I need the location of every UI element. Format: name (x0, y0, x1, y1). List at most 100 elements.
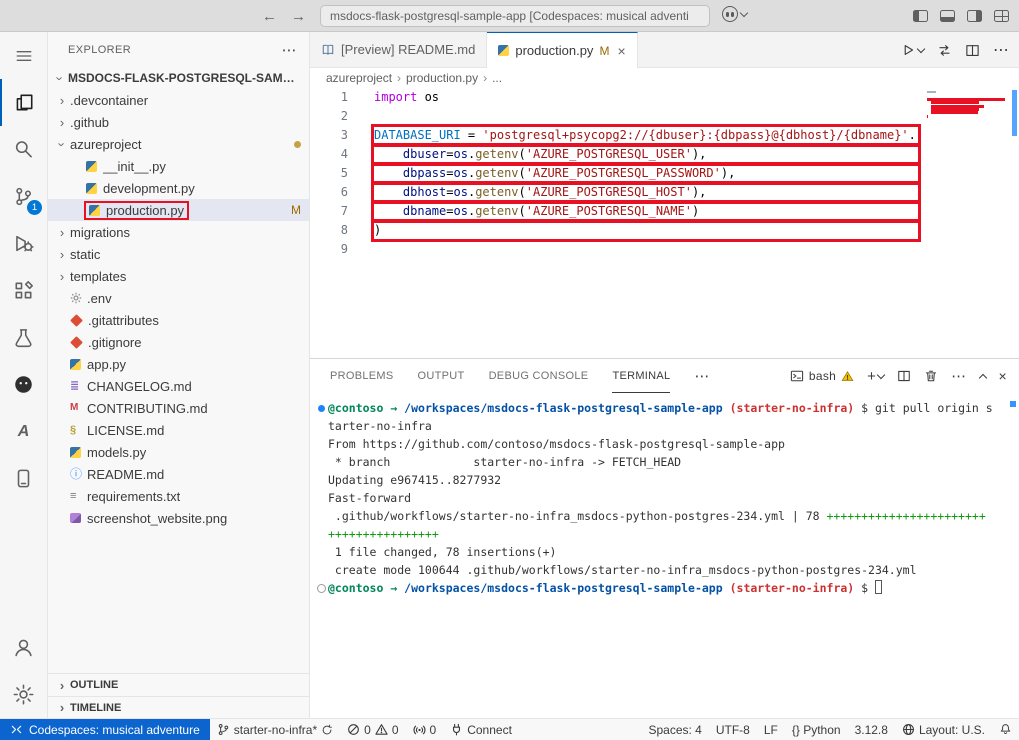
breadcrumb-file[interactable]: production.py (406, 71, 478, 85)
breadcrumb-symbol[interactable]: ... (492, 71, 502, 85)
tree-item-azureproject[interactable]: ›azureproject (48, 133, 309, 155)
maximize-panel-icon[interactable] (978, 373, 986, 381)
activity-github[interactable] (0, 361, 47, 408)
customize-layout-icon[interactable] (994, 10, 1009, 22)
connect-label: Connect (467, 723, 512, 737)
settings-button[interactable] (0, 671, 47, 718)
more-tabs-icon[interactable]: ⋯ (694, 367, 709, 385)
tree-item-init-py[interactable]: __init__.py (48, 155, 309, 177)
toggle-panel-icon[interactable] (940, 10, 955, 22)
line-number[interactable]: 1 (310, 88, 348, 107)
encoding-indicator[interactable]: UTF-8 (709, 719, 757, 740)
tree-item-readme-md[interactable]: ⓘREADME.md (48, 463, 309, 485)
line-number[interactable]: 5 (310, 164, 348, 183)
split-editor-icon[interactable] (965, 43, 980, 58)
line-number[interactable]: 6 (310, 183, 348, 202)
line-number[interactable]: 3 (310, 126, 348, 145)
split-terminal-icon[interactable] (897, 369, 911, 383)
indentation-indicator[interactable]: Spaces: 4 (641, 719, 708, 740)
code-text[interactable]: dbhost=os.getenv('AZURE_POSTGRESQL_HOST'… (374, 183, 706, 202)
panel-tab-terminal[interactable]: TERMINAL (612, 359, 670, 393)
activity-run-debug[interactable] (0, 220, 47, 267)
tree-item-static[interactable]: ›static (48, 243, 309, 265)
tree-item-gitattributes[interactable]: .gitattributes (48, 309, 309, 331)
problems-indicator[interactable]: 0 0 (340, 719, 405, 740)
tree-item-development-py[interactable]: development.py (48, 177, 309, 199)
branch-indicator[interactable]: starter-no-infra* (210, 719, 340, 740)
timeline-section[interactable]: › TIMELINE (48, 696, 309, 718)
tree-item-devcontainer[interactable]: ›.devcontainer (48, 89, 309, 111)
keyboard-layout-indicator[interactable]: Layout: U.S. (895, 719, 992, 740)
activity-source-control[interactable]: 1 (0, 173, 47, 220)
kill-terminal-icon[interactable] (924, 369, 938, 383)
remote-indicator[interactable]: Codespaces: musical adventure (0, 719, 210, 740)
outline-section[interactable]: › OUTLINE (48, 674, 309, 696)
code-text[interactable]: dbpass=os.getenv('AZURE_POSTGRESQL_PASSW… (374, 164, 735, 183)
tree-item-production-py[interactable]: production.pyM (48, 199, 309, 221)
activity-search[interactable] (0, 126, 47, 173)
command-center-search[interactable]: msdocs-flask-postgresql-sample-app [Code… (320, 5, 710, 27)
menu-button[interactable] (0, 32, 47, 79)
more-actions-icon[interactable]: ⋯ (951, 367, 966, 385)
close-icon[interactable]: × (617, 43, 625, 59)
line-number[interactable]: 8 (310, 221, 348, 240)
line-number[interactable]: 2 (310, 107, 348, 126)
activity-remote-explorer[interactable] (0, 455, 47, 502)
line-number[interactable]: 4 (310, 145, 348, 164)
tree-item-github[interactable]: ›.github (48, 111, 309, 133)
code-text[interactable]: dbname=os.getenv('AZURE_POSTGRESQL_NAME'… (374, 202, 699, 221)
line-number[interactable]: 7 (310, 202, 348, 221)
new-terminal-button[interactable]: + (867, 368, 884, 385)
tree-item-changelog-md[interactable]: ≣CHANGELOG.md (48, 375, 309, 397)
breadcrumb-folder[interactable]: azureproject (326, 71, 392, 85)
run-python-file-button[interactable] (901, 43, 924, 58)
tab-production-py[interactable]: production.py M × (487, 32, 637, 68)
nav-back-icon[interactable]: ← (262, 8, 277, 25)
minimap[interactable] (927, 91, 1007, 122)
more-actions-icon[interactable]: ⋯ (282, 41, 297, 59)
notifications-button[interactable] (992, 719, 1019, 740)
panel-tab-debug-console[interactable]: DEBUG CONSOLE (489, 359, 589, 393)
activity-explorer[interactable] (0, 79, 47, 126)
code-text[interactable]: ) (374, 221, 381, 240)
code-text[interactable]: DATABASE_URI = 'postgresql+psycopg2://{d… (374, 126, 916, 145)
copilot-menu[interactable] (722, 6, 747, 22)
code-editor[interactable]: 1 import os 23 DATABASE_URI = 'postgresql+p… (310, 88, 1019, 358)
language-indicator[interactable]: {} Python (785, 719, 848, 740)
activity-extensions[interactable] (0, 267, 47, 314)
python-version-indicator[interactable]: 3.12.8 (848, 719, 895, 740)
tree-item-license-md[interactable]: §LICENSE.md (48, 419, 309, 441)
toggle-secondary-sidebar-icon[interactable] (967, 10, 982, 22)
terminal-shell-selector[interactable]: bash (790, 369, 854, 383)
tree-item-requirements-txt[interactable]: ≡requirements.txt (48, 485, 309, 507)
warning-count: 0 (392, 723, 399, 737)
tree-item-app-py[interactable]: app.py (48, 353, 309, 375)
close-panel-icon[interactable]: × (999, 368, 1007, 384)
code-text[interactable]: dbuser=os.getenv('AZURE_POSTGRESQL_USER'… (374, 145, 706, 164)
nav-forward-icon[interactable]: → (291, 8, 306, 25)
connect-button[interactable]: Connect (443, 719, 519, 740)
activity-testing[interactable] (0, 314, 47, 361)
terminal-content[interactable]: @contoso → /workspaces/msdocs-flask-post… (310, 393, 1019, 718)
breadcrumb-separator: › (483, 71, 487, 85)
tree-item-screenshot-website-png[interactable]: screenshot_website.png (48, 507, 309, 529)
tree-item-models-py[interactable]: models.py (48, 441, 309, 463)
panel-tab-problems[interactable]: PROBLEMS (330, 359, 394, 393)
panel-tab-output[interactable]: OUTPUT (418, 359, 465, 393)
activity-azure[interactable]: A (0, 408, 47, 455)
tree-item-gitignore[interactable]: .gitignore (48, 331, 309, 353)
line-number[interactable]: 9 (310, 240, 348, 259)
eol-indicator[interactable]: LF (757, 719, 785, 740)
tree-root[interactable]: › MSDOCS-FLASK-POSTGRESQL-SAMPLE-... (48, 67, 309, 89)
ports-indicator[interactable]: 0 (406, 719, 444, 740)
tree-item-templates[interactable]: ›templates (48, 265, 309, 287)
open-changes-icon[interactable] (937, 43, 952, 58)
account-button[interactable] (0, 624, 47, 671)
tree-item-migrations[interactable]: ›migrations (48, 221, 309, 243)
tab-readme-preview[interactable]: [Preview] README.md (310, 32, 487, 67)
more-actions-icon[interactable]: ⋯ (993, 40, 1009, 60)
code-text[interactable]: import os (374, 88, 439, 107)
tree-item-contributing-md[interactable]: MCONTRIBUTING.md (48, 397, 309, 419)
tree-item-env[interactable]: .env (48, 287, 309, 309)
toggle-primary-sidebar-icon[interactable] (913, 10, 928, 22)
